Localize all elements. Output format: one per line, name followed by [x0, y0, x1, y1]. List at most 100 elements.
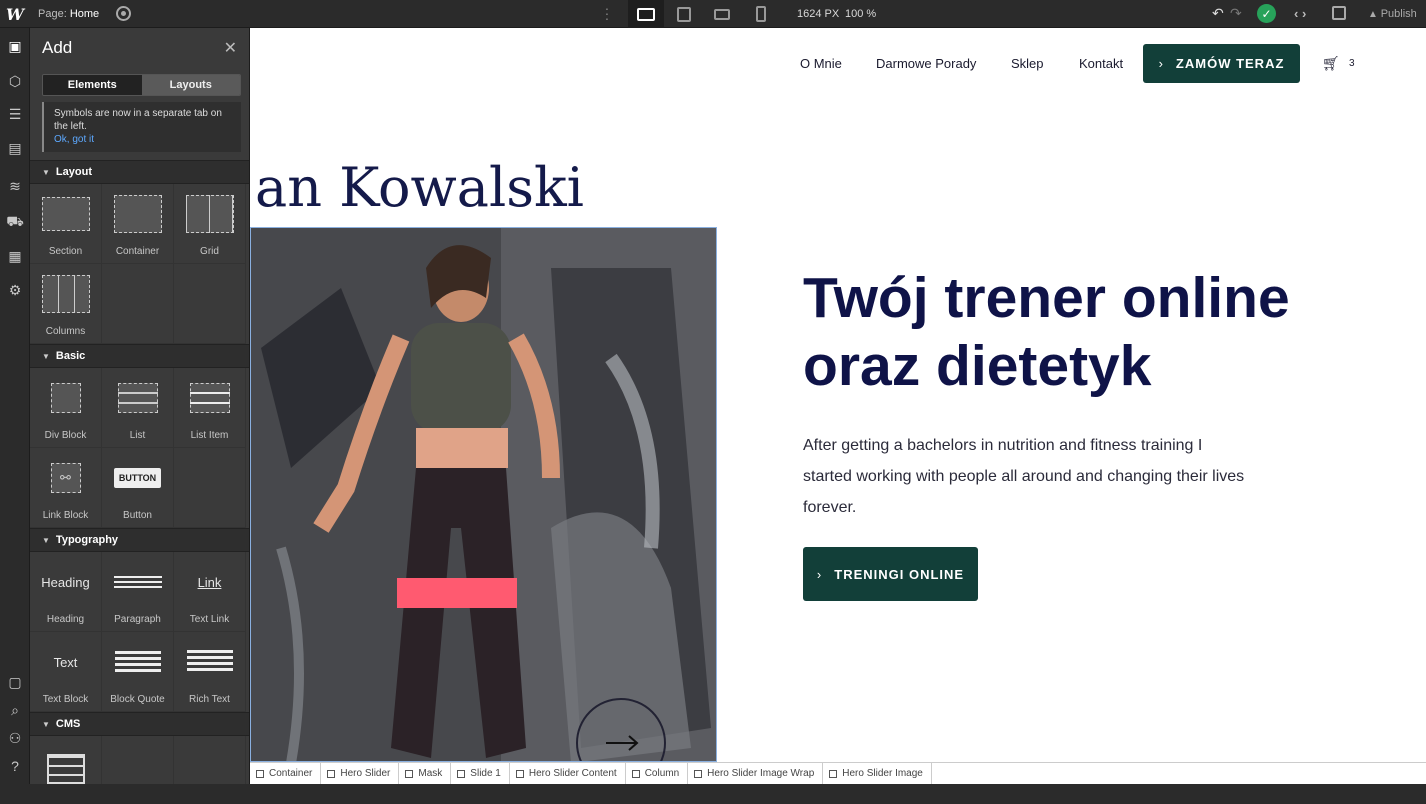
heading-icon: Heading	[41, 574, 90, 590]
nav-link-o-mnie[interactable]: O Mnie	[800, 56, 842, 71]
grid-icon	[185, 195, 234, 233]
tab-layouts[interactable]: Layouts	[141, 75, 240, 95]
nav-link-darmowe-porady[interactable]: Darmowe Porady	[876, 56, 976, 71]
design-canvas[interactable]: O Mnie Darmowe Porady Sklep Kontakt › ZAM…	[250, 28, 1426, 762]
box-icon	[515, 769, 524, 778]
pages-icon[interactable]: ▤	[7, 140, 23, 156]
notice-dismiss-link[interactable]: Ok, got it	[54, 133, 233, 146]
undo-icon[interactable]: ↶	[1212, 5, 1224, 22]
panel-title: Add	[42, 38, 73, 57]
element-section[interactable]: Section	[30, 184, 102, 264]
collapse-triangle-icon: ▼	[42, 167, 50, 177]
cms-icon[interactable]: ≋	[7, 178, 23, 194]
chevron-right-icon: ›	[816, 566, 823, 582]
element-button[interactable]: BUTTON Button	[102, 448, 174, 528]
zoom-level: 100 %	[845, 8, 877, 20]
element-rich-text[interactable]: Rich Text	[174, 632, 246, 712]
page-selector[interactable]: Page: Home	[38, 8, 99, 20]
ecommerce-icon[interactable]: ⛟	[6, 213, 24, 230]
element-link-block[interactable]: ⚯ Link Block	[30, 448, 102, 528]
breadcrumb-hero-slider[interactable]: Hero Slider	[321, 762, 400, 785]
brand-name[interactable]: an Kowalski	[255, 156, 584, 219]
search-icon[interactable]: ⌕	[7, 702, 23, 718]
help-icon[interactable]: ?	[7, 758, 23, 774]
more-vertical-icon[interactable]: · · ·	[604, 1, 610, 25]
redo-icon[interactable]: ↷	[1230, 5, 1242, 22]
section-header-layout[interactable]: ▼ Layout	[30, 160, 249, 184]
section-header-cms[interactable]: ▼ CMS	[30, 712, 249, 736]
paragraph-icon	[113, 576, 162, 588]
element-div-block[interactable]: Div Block	[30, 368, 102, 448]
settings-gear-icon[interactable]: ⚙	[7, 282, 23, 298]
slide-icon	[457, 769, 466, 778]
element-collection-list[interactable]	[30, 736, 102, 790]
link-block-icon: ⚯	[50, 463, 81, 493]
code-export-icon[interactable]: ‹ ›	[1294, 6, 1306, 21]
mobile-portrait-breakpoint-icon[interactable]	[743, 0, 779, 28]
section-header-basic[interactable]: ▼ Basic	[30, 344, 249, 368]
mask-icon	[405, 769, 414, 778]
element-text-link[interactable]: Link Text Link	[174, 552, 246, 632]
nav-link-kontakt[interactable]: Kontakt	[1079, 56, 1123, 71]
navigator-icon[interactable]: ☰	[7, 106, 23, 122]
element-text-block[interactable]: Text Text Block	[30, 632, 102, 712]
element-grid[interactable]: Grid	[174, 184, 246, 264]
preview-eye-icon[interactable]	[116, 6, 131, 21]
mobile-landscape-breakpoint-icon[interactable]	[704, 0, 740, 28]
breadcrumb-slide-1[interactable]: Slide 1	[451, 762, 510, 785]
collapse-triangle-icon: ▼	[42, 535, 50, 545]
collection-list-icon	[46, 754, 85, 784]
publish-button[interactable]: Publish	[1368, 8, 1417, 20]
breadcrumb-hero-slider-content[interactable]: Hero Slider Content	[510, 762, 626, 785]
webflow-logo[interactable]: W	[0, 0, 30, 28]
hero-heading[interactable]: Twój trener online oraz dietetyk	[803, 264, 1363, 400]
breadcrumb-mask[interactable]: Mask	[399, 762, 452, 785]
page-prefix: Page:	[38, 8, 67, 20]
box-icon	[631, 769, 640, 778]
section-title: Typography	[55, 534, 119, 546]
notice-text: Symbols are now in a separate tab on the…	[54, 108, 222, 132]
share-icon[interactable]	[1332, 6, 1346, 20]
symbols-icon[interactable]: ⬡	[7, 73, 23, 89]
order-now-button[interactable]: › ZAMÓW TERAZ	[1143, 44, 1300, 83]
hero-paragraph[interactable]: After getting a bachelors in nutrition a…	[803, 430, 1253, 523]
online-training-button[interactable]: › TRENINGI ONLINE	[803, 547, 978, 601]
element-paragraph[interactable]: Paragraph	[102, 552, 174, 632]
breadcrumb-container[interactable]: Container	[250, 762, 322, 785]
desktop-breakpoint-icon[interactable]	[628, 0, 664, 28]
element-breadcrumbs: Container Hero Slider Mask Slide 1 Hero …	[250, 762, 1426, 785]
chevron-right-icon: ›	[1158, 56, 1164, 71]
list-icon	[117, 383, 158, 413]
cart-icon[interactable]: 🛒︎	[1322, 55, 1340, 72]
tablet-breakpoint-icon[interactable]	[666, 0, 702, 28]
element-columns[interactable]: Columns	[30, 264, 102, 344]
div-block-icon	[50, 383, 81, 413]
breadcrumb-column[interactable]: Column	[626, 762, 689, 785]
close-icon[interactable]: ✕	[224, 38, 237, 58]
add-elements-icon[interactable]: ▣	[7, 38, 23, 54]
element-block-quote[interactable]: Block Quote	[102, 632, 174, 712]
canvas-width-readout: 1624 PX	[797, 8, 840, 20]
assets-icon[interactable]: ▦	[7, 248, 23, 264]
element-list-item[interactable]: List Item	[174, 368, 246, 448]
breadcrumb-hero-slider-image-wrap[interactable]: Hero Slider Image Wrap	[688, 762, 824, 785]
top-toolbar: W Page: Home · · · 1624 PX 100 % ↶ ↷ ✓ ‹ ›…	[0, 0, 1426, 28]
hero-slider-image[interactable]	[250, 227, 717, 762]
symbols-notice: Symbols are now in a separate tab on the…	[42, 102, 241, 152]
columns-icon	[41, 275, 90, 313]
nav-link-sklep[interactable]: Sklep	[1011, 56, 1044, 71]
basic-elements: Div Block List List Item ⚯ Link Block BUT…	[30, 368, 249, 528]
saved-status-check-icon: ✓	[1257, 4, 1276, 23]
section-header-typography[interactable]: ▼ Typography	[30, 528, 249, 552]
block-quote-icon	[114, 651, 161, 673]
tab-elements[interactable]: Elements	[43, 75, 142, 95]
section-icon	[41, 197, 90, 231]
element-container[interactable]: Container	[102, 184, 174, 264]
element-heading[interactable]: Heading Heading	[30, 552, 102, 632]
box-icon	[256, 769, 264, 778]
breadcrumb-hero-slider-image[interactable]: Hero Slider Image	[823, 762, 932, 785]
element-list[interactable]: List	[102, 368, 174, 448]
box-icon	[694, 769, 703, 778]
team-icon[interactable]: ⚇	[7, 730, 23, 746]
style-manager-icon[interactable]: ▢	[7, 674, 23, 690]
